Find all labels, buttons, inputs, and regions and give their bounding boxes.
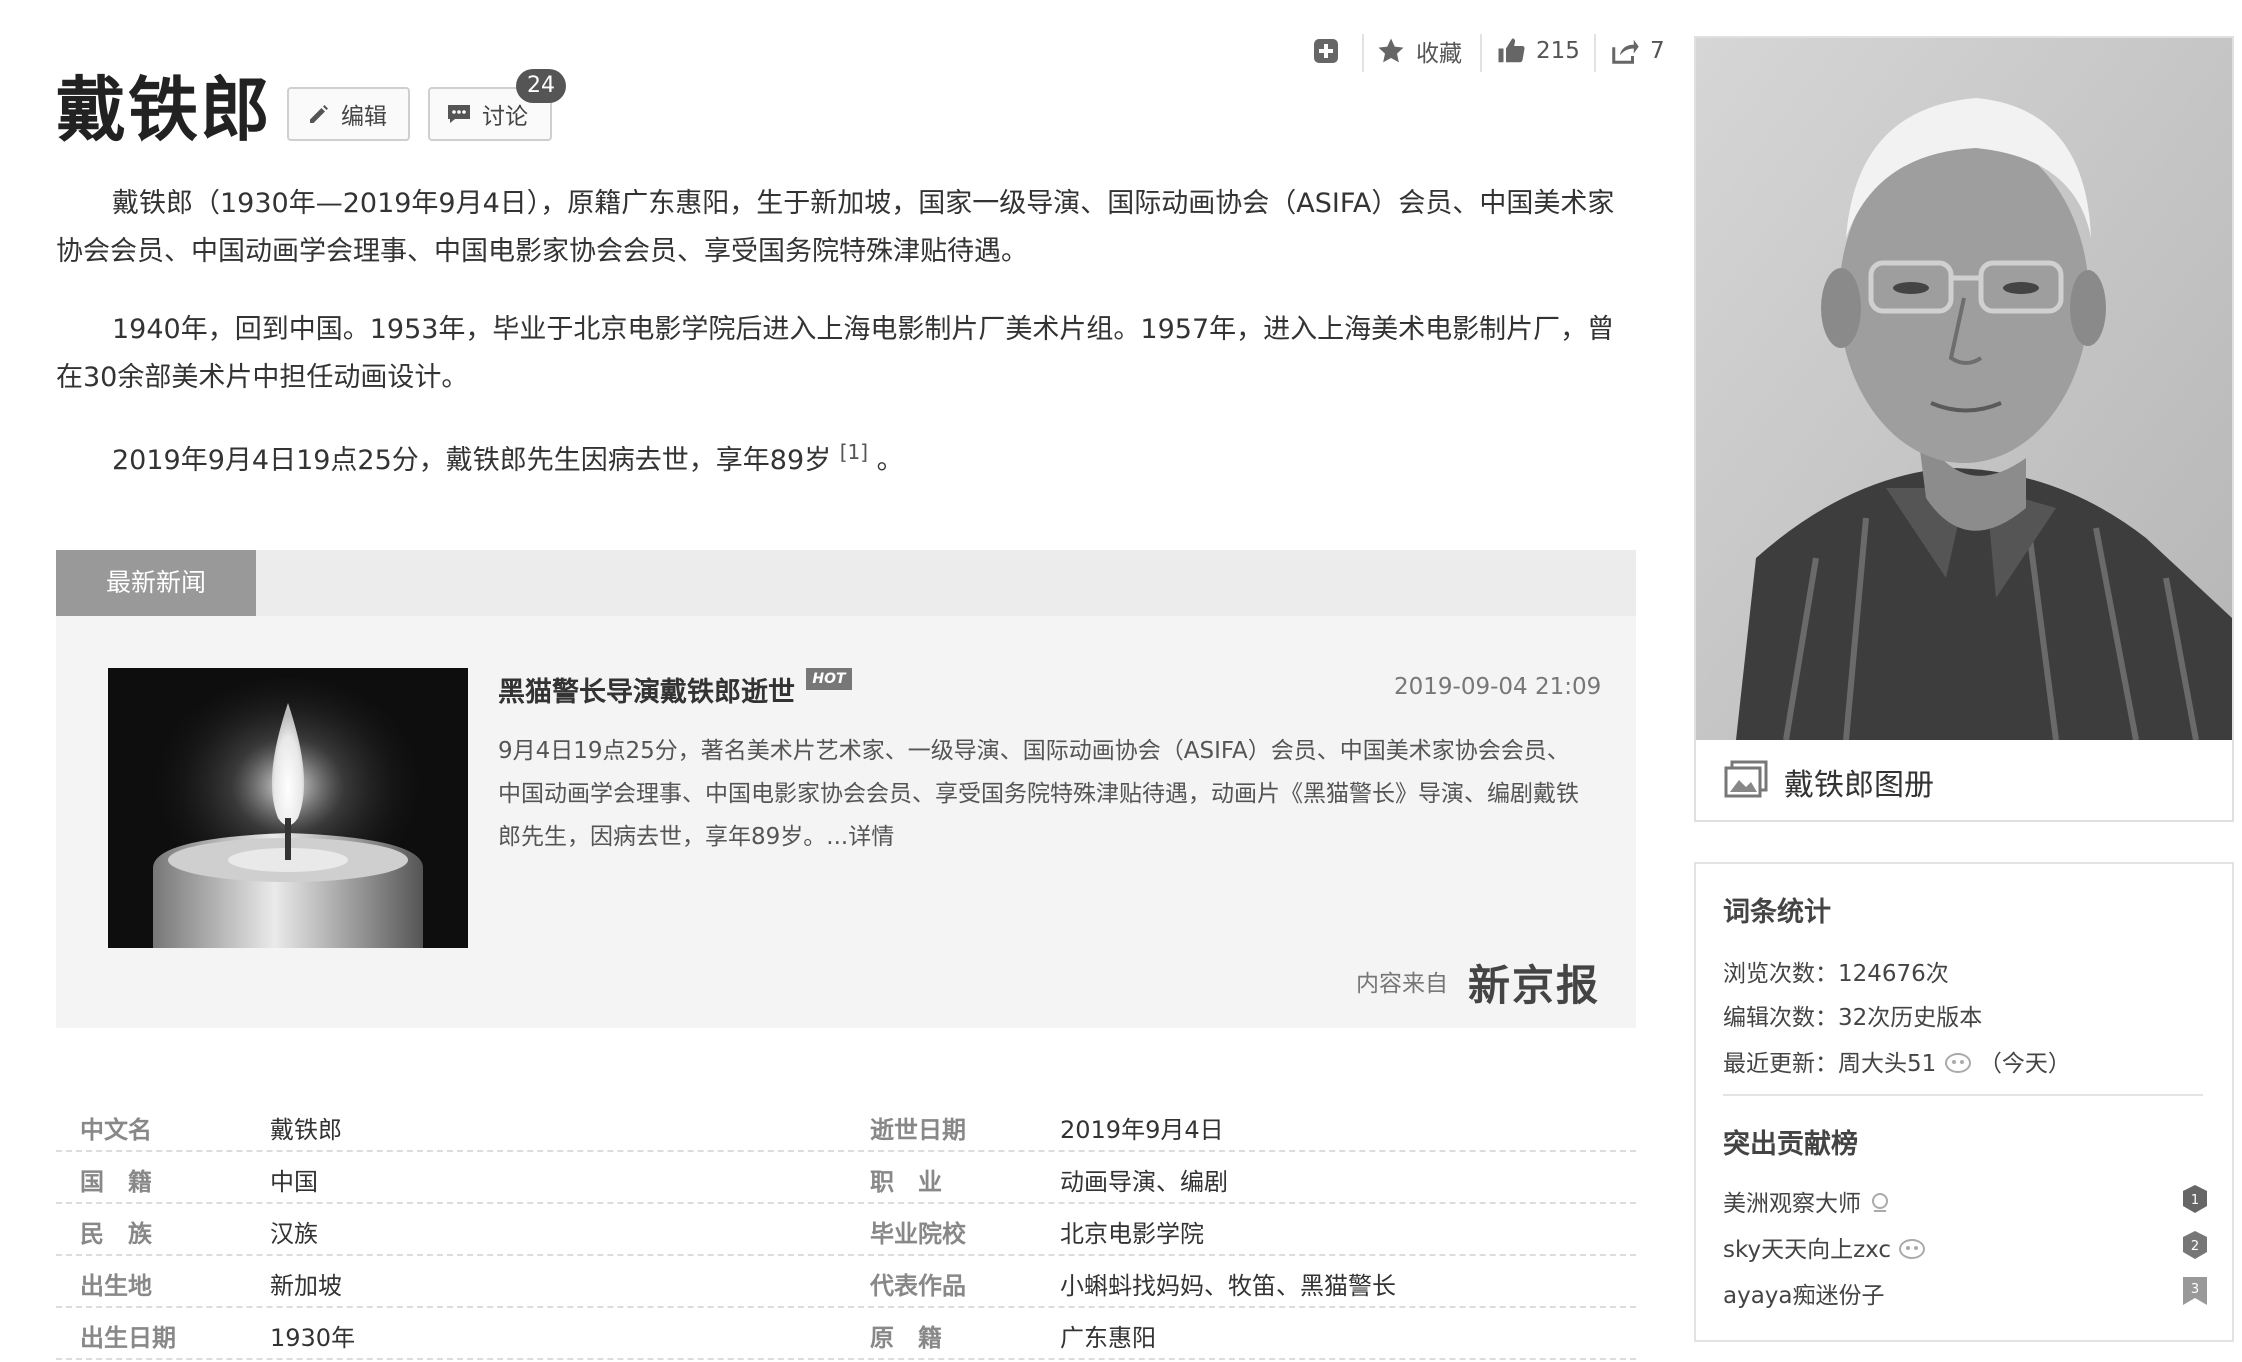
infobox-key: 逝世日期 <box>870 1116 966 1144</box>
discuss-label: 讨论 <box>482 104 528 130</box>
infobox-value: 2019年9月4日 <box>1060 1116 1224 1144</box>
album-link[interactable]: 戴铁郎图册 <box>1784 760 1934 804</box>
infobox-value: 广东惠阳 <box>1060 1324 1156 1352</box>
edit-count-text[interactable]: 编辑次数：32次历史版本 <box>1723 1005 1982 1031</box>
infobox-value: 北京电影学院 <box>1060 1220 1204 1248</box>
plus-square-icon <box>1314 39 1338 63</box>
toolbar-divider <box>1480 34 1482 72</box>
infobox-row: 出生日期 1930年 原 籍 广东惠阳 <box>56 1306 1636 1360</box>
infobox-row: 民 族 汉族 毕业院校 北京电影学院 <box>56 1202 1636 1256</box>
edit-button[interactable]: 编辑 <box>287 87 410 141</box>
infobox-key: 代表作品 <box>870 1272 966 1300</box>
infobox-value: 动画导演、编剧 <box>1060 1168 1228 1196</box>
share-icon <box>1612 39 1639 64</box>
infobox-key: 原 籍 <box>870 1324 942 1352</box>
stats-divider <box>1723 1094 2203 1096</box>
chat-bubble-icon <box>448 105 470 123</box>
pencil-icon <box>310 105 328 123</box>
edit-count: 编辑次数：32次历史版本 <box>1723 998 1982 1032</box>
favorite-label: 收藏 <box>1416 41 1462 67</box>
contributor-name[interactable]: sky天天向上zxc <box>1723 1237 1891 1263</box>
toolbar-divider <box>1594 34 1596 72</box>
add-button[interactable] <box>1312 34 1340 68</box>
rank-2-badge-icon: 2 <box>2182 1230 2208 1260</box>
summary-paragraph: 戴铁郎（1930年—2019年9月4日），原籍广东惠阳，生于新加坡，国家一级导演… <box>56 188 1615 267</box>
contributors-title: 突出贡献榜 <box>1723 1129 1858 1160</box>
like-button[interactable]: 215 <box>1496 34 1580 68</box>
summary-paragraph: 1940年，回到中国。1953年，毕业于北京电影学院后进入上海电影制片厂美术片组… <box>56 314 1615 393</box>
news-thumbnail-candle[interactable] <box>108 668 468 948</box>
infobox-value: 中国 <box>270 1168 318 1196</box>
infobox-key: 职 业 <box>870 1168 942 1196</box>
summary-paragraph: 2019年9月4日19点25分，戴铁郎先生因病去世，享年89岁 [1] 。 <box>56 428 1636 485</box>
favorite-button[interactable]: 收藏 <box>1376 34 1462 68</box>
stats-panel <box>1694 862 2234 1342</box>
reference-link[interactable]: [1] <box>840 440 868 464</box>
news-date: 2019-09-04 21:09 <box>1394 674 1602 700</box>
share-button[interactable]: 7 <box>1610 34 1665 68</box>
summary-text-end: 。 <box>876 445 904 476</box>
infobox-value: 小蝌蚪找妈妈、牧笛、黑猫警长 <box>1060 1272 1396 1300</box>
infobox-key: 出生日期 <box>80 1324 176 1352</box>
news-source-logo[interactable]: 新京报 <box>1468 952 1600 1013</box>
infobox-value: 汉族 <box>270 1220 318 1248</box>
svg-text:3: 3 <box>2191 1282 2199 1297</box>
star-icon <box>1378 38 1404 63</box>
infobox-row: 国 籍 中国 职 业 动画导演、编剧 <box>56 1150 1636 1204</box>
news-headline-link[interactable]: 黑猫警长导演戴铁郎逝世 <box>498 670 795 709</box>
infobox-key: 国 籍 <box>80 1168 152 1196</box>
infobox-key: 出生地 <box>80 1272 152 1300</box>
user-level-icon <box>1899 1239 1926 1259</box>
news-source-label: 内容来自 <box>1356 971 1448 997</box>
news-tab[interactable]: 最新新闻 <box>56 550 256 616</box>
edit-label: 编辑 <box>341 104 387 130</box>
like-count: 215 <box>1536 38 1580 64</box>
infobox-value: 1930年 <box>270 1324 356 1352</box>
news-summary: 9月4日19点25分，著名美术片艺术家、一级导演、国际动画协会（ASIFA）会员… <box>498 738 1579 850</box>
svg-text:2: 2 <box>2191 1239 2199 1254</box>
infobox-key: 毕业院校 <box>870 1220 966 1248</box>
share-count: 7 <box>1650 38 1665 64</box>
infobox-value: 新加坡 <box>270 1272 342 1300</box>
contributor-item[interactable]: sky天天向上zxc <box>1723 1230 1926 1264</box>
toolbar-divider <box>1362 34 1364 72</box>
album-icon <box>1724 760 1768 802</box>
thumbs-up-icon <box>1498 38 1525 63</box>
last-update-when: （今天） <box>1978 1051 2071 1077</box>
contributor-name[interactable]: 美洲观察大师 <box>1723 1191 1861 1217</box>
contributor-name[interactable]: ayaya痴迷份子 <box>1723 1283 1885 1309</box>
last-update: 最近更新：周大头51 （今天） <box>1723 1044 2071 1078</box>
contributor-item[interactable]: ayaya痴迷份子 <box>1723 1276 1885 1310</box>
infobox-row: 中文名 戴铁郎 逝世日期 2019年9月4日 <box>56 1098 1636 1152</box>
infobox-key: 民 族 <box>80 1220 152 1248</box>
hot-badge: HOT <box>806 668 852 690</box>
portrait-photo[interactable] <box>1696 38 2232 740</box>
discuss-count-badge: 24 <box>516 69 566 103</box>
infobox-value: 戴铁郎 <box>270 1116 342 1144</box>
contributor-item[interactable]: 美洲观察大师 <box>1723 1184 1892 1218</box>
rank-1-badge-icon: 1 <box>2182 1184 2208 1214</box>
infobox-row: 出生地 新加坡 代表作品 小蝌蚪找妈妈、牧笛、黑猫警长 <box>56 1254 1636 1308</box>
user-level-icon <box>1944 1053 1971 1073</box>
last-update-prefix: 最近更新： <box>1723 1051 1838 1077</box>
infobox-key: 中文名 <box>80 1116 152 1144</box>
news-header-bar <box>56 550 1636 616</box>
views-count: 浏览次数：124676次 <box>1723 961 1949 987</box>
rank-3-badge-icon: 3 <box>2182 1276 2208 1306</box>
user-level-icon <box>1872 1193 1889 1212</box>
last-update-user[interactable]: 周大头51 <box>1838 1051 1936 1077</box>
stats-title: 词条统计 <box>1723 897 1831 928</box>
svg-text:1: 1 <box>2191 1193 2199 1208</box>
page-title: 戴铁郎 <box>56 69 272 151</box>
summary-text: 2019年9月4日19点25分，戴铁郎先生因病去世，享年89岁 <box>112 445 832 476</box>
